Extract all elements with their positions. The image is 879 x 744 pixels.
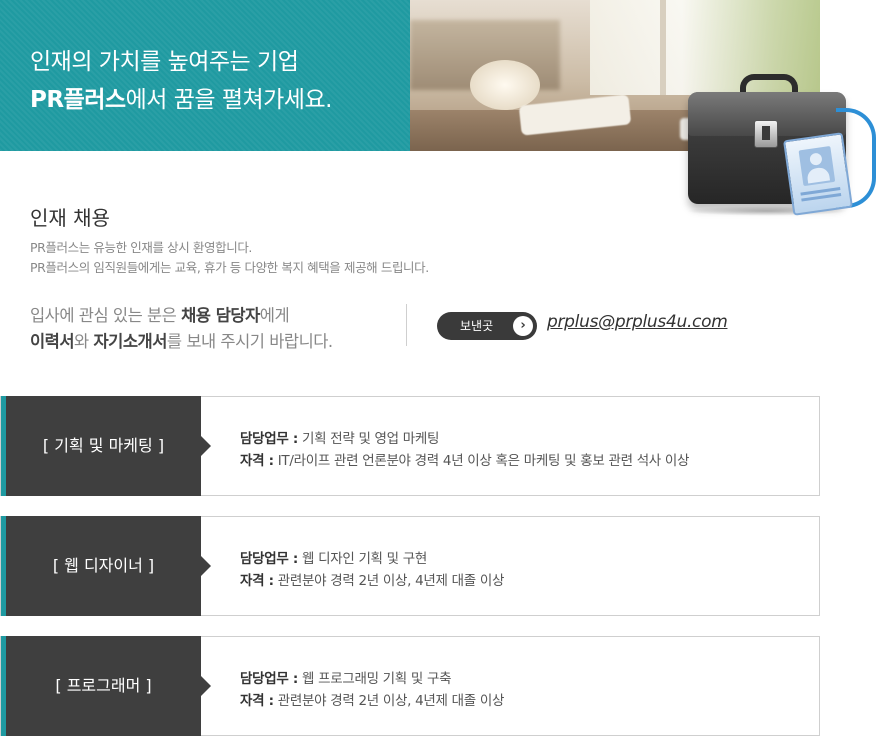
hero-headline-rest: 에서 꿈을 펼쳐가세요.: [125, 87, 333, 113]
job-duty-label: 담당업무 :: [240, 551, 298, 567]
job-qual-text: 관련분야 경력 2년 이상, 4년제 대졸 이상: [273, 693, 505, 709]
hero-headline-line2: PR플러스에서 꿈을 펼쳐가세요.: [30, 80, 332, 114]
job-duty: 담당업무 : 기획 전략 및 영업 마케팅: [240, 427, 439, 447]
apply-l1-post: 에게: [259, 306, 290, 325]
apply-instruction-line1: 입사에 관심 있는 분은 채용 담당자에게: [30, 302, 290, 326]
job-qual-text: IT/라이프 관련 언론분야 경력 4년 이상 혹은 마케팅 및 홍보 관련 석…: [273, 453, 690, 469]
hero-brand: PR플러스: [30, 87, 126, 113]
job-card-planning-marketing: [ 기획 및 마케팅 ] 담당업무 : 기획 전략 및 영업 마케팅 자격 : …: [0, 396, 820, 496]
job-duty-text: 웹 디자인 기획 및 구현: [297, 551, 428, 567]
job-title: [ 프로그래머 ]: [1, 636, 211, 736]
apply-l2-post: 를 보내 주시기 바랍니다.: [166, 332, 333, 351]
apply-l2-bold-resume: 이력서: [30, 332, 75, 351]
apply-l1-bold: 채용 담당자: [181, 306, 260, 325]
job-card-programmer: [ 프로그래머 ] 담당업무 : 웹 프로그래밍 기획 및 구축 자격 : 관련…: [0, 636, 820, 736]
job-qual-label: 자격 :: [240, 693, 274, 709]
job-qual-text: 관련분야 경력 2년 이상, 4년제 대졸 이상: [273, 573, 505, 589]
page-title: 인재 채용: [30, 206, 110, 230]
photo-window-frame: [660, 0, 666, 95]
hero-headline-line1: 인재의 가치를 높여주는 기업: [30, 49, 299, 75]
briefcase-clasp: [754, 120, 778, 148]
hero-teal-panel: 인재의 가치를 높여주는 기업 PR플러스에서 꿈을 펼쳐가세요.: [0, 0, 419, 151]
chevron-right-icon: ›: [513, 316, 533, 336]
job-qual-label: 자격 :: [240, 453, 274, 469]
job-qualification: 자격 : 관련분야 경력 2년 이상, 4년제 대졸 이상: [240, 569, 504, 589]
photo-lamp: [470, 60, 540, 110]
job-qualification: 자격 : 관련분야 경력 2년 이상, 4년제 대졸 이상: [240, 689, 504, 709]
job-duty: 담당업무 : 웹 프로그래밍 기획 및 구축: [240, 667, 452, 687]
job-duty-label: 담당업무 :: [240, 671, 298, 687]
id-card-photo: [798, 146, 836, 187]
job-qual-label: 자격 :: [240, 573, 274, 589]
job-duty: 담당업무 : 웹 디자인 기획 및 구현: [240, 547, 427, 567]
id-card-icon: [783, 132, 853, 216]
job-duty-text: 기획 전략 및 영업 마케팅: [297, 431, 440, 447]
intro-description-line2: PR플러스의 임직원들에게는 교육, 휴가 등 다양한 복지 혜택을 제공해 드…: [30, 260, 429, 275]
id-card-text-lines: [800, 187, 841, 196]
apply-instruction-line2: 이력서와 자기소개서를 보내 주시기 바랍니다.: [30, 328, 333, 352]
send-to-button[interactable]: 보낸곳 ›: [437, 312, 537, 340]
vertical-divider: [406, 304, 407, 346]
job-title: [ 기획 및 마케팅 ]: [1, 396, 211, 496]
job-duty-text: 웹 프로그래밍 기획 및 구축: [297, 671, 452, 687]
send-to-label: 보낸곳: [460, 319, 494, 333]
apply-l2-mid: 와: [74, 332, 94, 351]
job-title: [ 웹 디자이너 ]: [1, 516, 211, 616]
job-duty-label: 담당업무 :: [240, 431, 298, 447]
job-qualification: 자격 : IT/라이프 관련 언론분야 경력 4년 이상 혹은 마케팅 및 홍보…: [240, 449, 689, 469]
intro-description-line1: PR플러스는 유능한 인재를 상시 환영합니다.: [30, 240, 252, 255]
apply-l1-pre: 입사에 관심 있는 분은: [30, 306, 182, 325]
apply-l2-bold-coverletter: 자기소개서: [93, 332, 167, 351]
job-card-web-designer: [ 웹 디자이너 ] 담당업무 : 웹 디자인 기획 및 구현 자격 : 관련분…: [0, 516, 820, 616]
recruit-email-link[interactable]: prplus@prplus4u.com: [547, 312, 728, 332]
